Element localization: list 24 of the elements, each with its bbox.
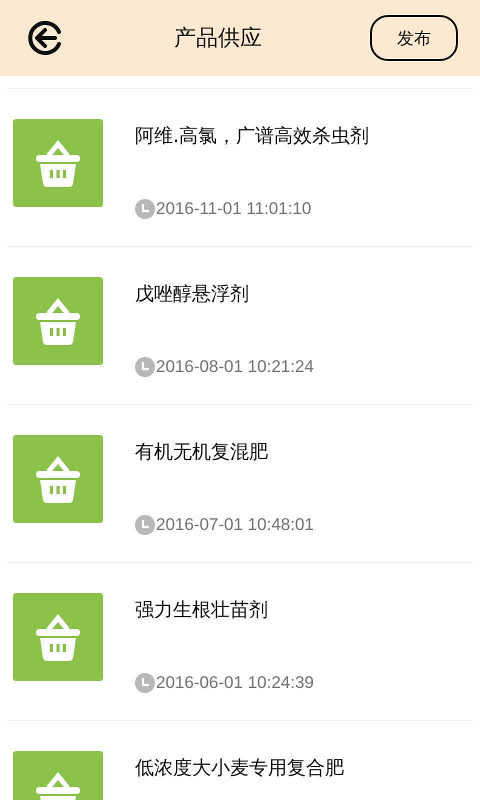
clock-icon xyxy=(135,357,155,377)
product-name: 有机无机复混肥 xyxy=(135,440,269,465)
product-name: 低浓度大小麦专用复合肥 xyxy=(135,756,344,781)
post-time: 2016-08-01 10:21:24 xyxy=(156,357,314,377)
product-row[interactable]: 低浓度大小麦专用复合肥 xyxy=(7,720,473,800)
product-name: 强力生根壮苗剂 xyxy=(135,598,269,623)
basket-icon xyxy=(13,593,103,681)
product-row[interactable]: 强力生根壮苗剂 2016-06-01 10:24:39 xyxy=(7,562,473,720)
product-row[interactable]: 有机无机复混肥 2016-07-01 10:48:01 xyxy=(7,404,473,562)
post-time: 2016-06-01 10:24:39 xyxy=(156,673,314,693)
basket-icon xyxy=(13,435,103,523)
page-title: 产品供应 xyxy=(174,25,262,53)
product-name: 阿维.高氯，广谱高效杀虫剂 xyxy=(135,124,370,149)
product-row[interactable]: 戊唑醇悬浮剂 2016-08-01 10:21:24 xyxy=(7,246,473,404)
post-time: 2016-11-01 11:01:10 xyxy=(156,199,312,219)
product-row[interactable]: 阿维.高氯，广谱高效杀虫剂 2016-11-01 11:01:10 xyxy=(7,88,473,246)
clock-icon xyxy=(135,515,155,535)
post-time: 2016-07-01 10:48:01 xyxy=(156,515,314,535)
product-name: 戊唑醇悬浮剂 xyxy=(135,282,250,307)
clock-icon xyxy=(135,199,155,219)
publish-button[interactable]: 发布 xyxy=(370,15,458,61)
clock-icon xyxy=(135,673,155,693)
basket-icon xyxy=(13,119,103,207)
basket-icon xyxy=(13,277,103,365)
